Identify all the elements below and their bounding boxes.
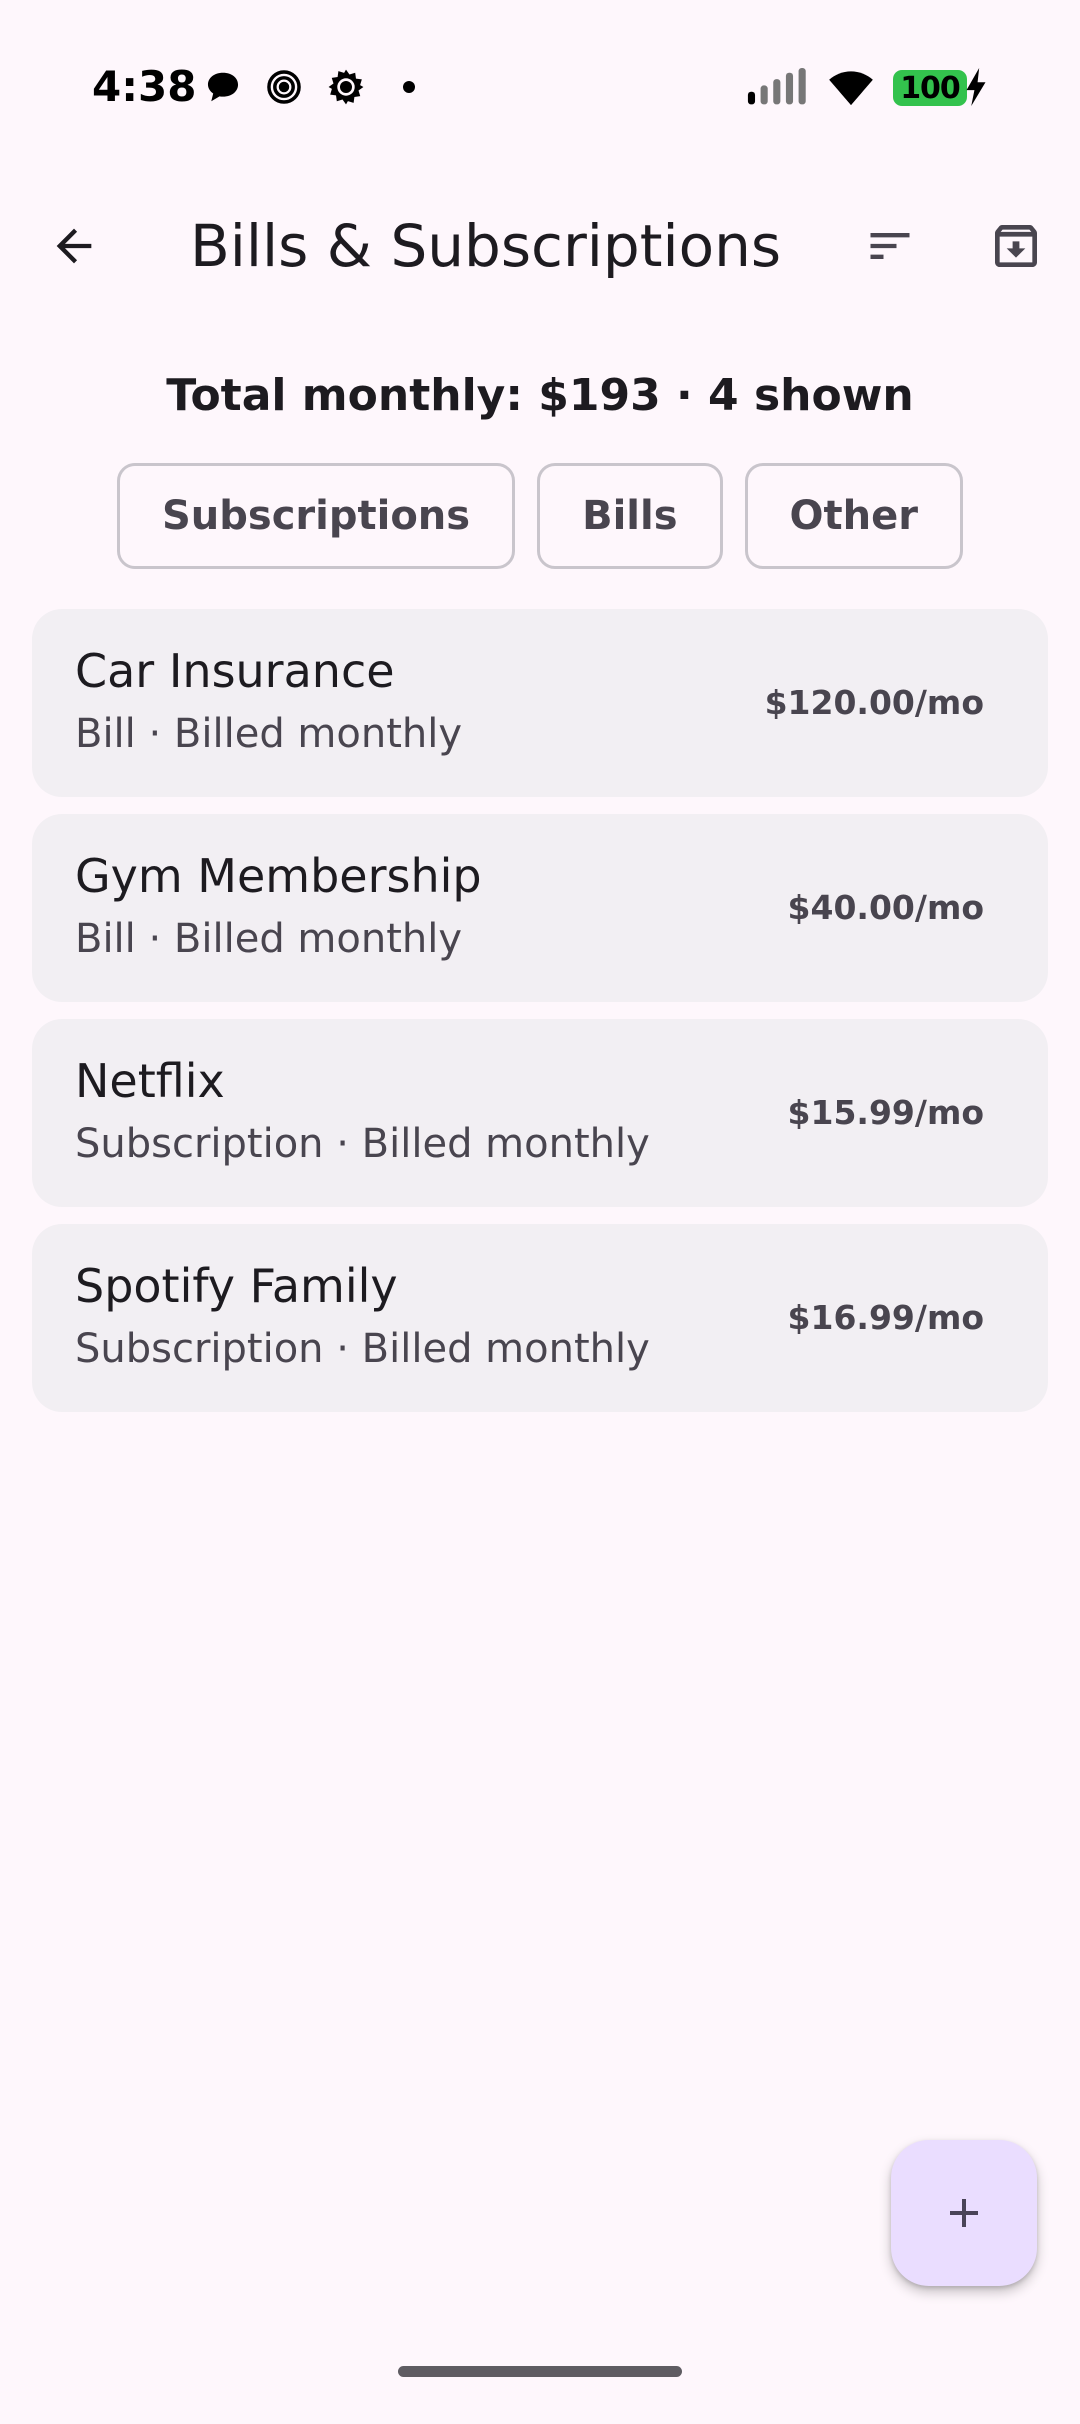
page-title: Bills & Subscriptions (190, 212, 782, 280)
item-name: Gym Membership (75, 849, 482, 903)
item-meta: Bill · Billed monthly (75, 711, 463, 757)
top-app-bar: Bills & Subscriptions (0, 180, 1080, 312)
battery-level: 100 (900, 70, 961, 106)
filter-chips: Subscriptions Bills Other (0, 463, 1080, 569)
item-meta: Subscription · Billed monthly (75, 1326, 650, 1372)
item-amount: $40.00/mo (787, 888, 984, 927)
filter-chip-subscriptions[interactable]: Subscriptions (116, 463, 516, 569)
status-bar: 4:38 100 (0, 0, 1080, 150)
dot-icon (403, 81, 415, 93)
item-name: Car Insurance (75, 644, 395, 698)
total-summary: Total monthly: $193 · 4 shown (166, 370, 914, 421)
filter-chip-other[interactable]: Other (744, 463, 963, 569)
sort-button[interactable] (842, 198, 938, 294)
item-name: Spotify Family (75, 1259, 398, 1313)
back-button[interactable] (26, 198, 122, 294)
bills-list: Car Insurance Bill · Billed monthly $120… (32, 609, 1048, 1429)
plus-icon (950, 2199, 978, 2227)
archive-download-icon (995, 225, 1037, 267)
item-amount: $15.99/mo (787, 1093, 984, 1132)
item-amount: $16.99/mo (787, 1298, 984, 1337)
item-meta: Bill · Billed monthly (75, 916, 463, 962)
charging-bolt-icon (963, 68, 989, 106)
filter-chip-bills[interactable]: Bills (537, 463, 723, 569)
signal-icon (745, 68, 811, 106)
list-item-netflix[interactable]: Netflix Subscription · Billed monthly $1… (32, 1019, 1048, 1207)
chat-bubble-icon (204, 68, 242, 106)
list-item-gym-membership[interactable]: Gym Membership Bill · Billed monthly $40… (32, 814, 1048, 1002)
spiral-icon (265, 68, 303, 106)
add-item-button[interactable] (891, 2140, 1037, 2286)
battery-icon: 100 (893, 70, 967, 106)
item-name: Netflix (75, 1054, 225, 1108)
screen: 4:38 100 Bills & Subscriptions Total mon… (0, 0, 1080, 2424)
archive-button[interactable] (968, 198, 1064, 294)
sort-icon (870, 233, 910, 259)
sun-icon (327, 68, 365, 106)
wifi-icon (826, 68, 876, 106)
home-indicator[interactable] (398, 2366, 682, 2377)
arrow-back-icon (56, 228, 92, 264)
item-amount: $120.00/mo (764, 683, 984, 722)
list-item-spotify-family[interactable]: Spotify Family Subscription · Billed mon… (32, 1224, 1048, 1412)
item-meta: Subscription · Billed monthly (75, 1121, 650, 1167)
list-item-car-insurance[interactable]: Car Insurance Bill · Billed monthly $120… (32, 609, 1048, 797)
status-time: 4:38 (92, 62, 197, 111)
